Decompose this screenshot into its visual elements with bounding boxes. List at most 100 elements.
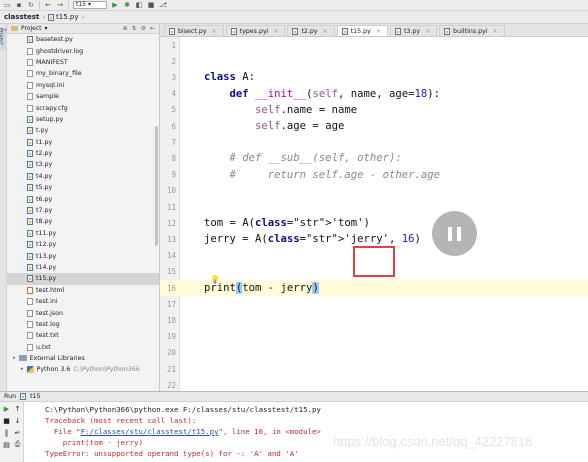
file-tree-item[interactable]: t5.py xyxy=(7,182,159,193)
stop-icon[interactable]: ■ xyxy=(2,416,11,425)
editor-tab[interactable]: types.pyi × xyxy=(225,25,286,36)
code-line[interactable]: 7 xyxy=(160,134,588,150)
close-icon[interactable]: × xyxy=(323,28,328,35)
run-panel-config[interactable]: t15 xyxy=(30,393,40,400)
debug-icon[interactable]: ✱ xyxy=(123,1,131,9)
file-tree-item[interactable]: t2.py xyxy=(7,148,159,159)
python-sdk-node[interactable]: ▸ Python 3.6 C:\Python\Python366 xyxy=(7,364,159,375)
code-line[interactable]: 8 # def __sub__(self, other): xyxy=(160,150,588,166)
file-tree-item[interactable]: t.py xyxy=(7,125,159,136)
close-icon[interactable]: × xyxy=(212,28,217,35)
close-icon[interactable]: × xyxy=(376,28,381,35)
rerun-icon[interactable]: ▶ xyxy=(2,404,11,413)
editor-tab[interactable]: builtins.pyi × xyxy=(439,25,505,36)
run-config-select[interactable]: t15 ▾ xyxy=(73,1,107,9)
code-editor[interactable]: 1 2 3 class A: 4 def __init__(self, name, ag… xyxy=(160,37,588,391)
output-file-link[interactable]: F:/classes/stu/classtest/t15.py xyxy=(81,427,219,436)
file-tree-item[interactable]: t12.py xyxy=(7,239,159,250)
editor-tab[interactable]: t3.py × xyxy=(389,25,438,36)
coverage-icon[interactable]: ◧ xyxy=(135,1,143,9)
file-tree-item[interactable]: t8.py xyxy=(7,216,159,227)
file-tree-item[interactable]: t3.py xyxy=(7,159,159,170)
file-tree-item[interactable]: test.html xyxy=(7,285,159,296)
python-file-icon xyxy=(27,207,33,215)
editor-tab[interactable]: t15.py × xyxy=(336,25,388,36)
soft-wrap-icon[interactable]: ↵ xyxy=(13,428,22,437)
breadcrumb-project[interactable]: classtest xyxy=(4,13,39,21)
collapse-icon[interactable]: ⇅ xyxy=(132,25,137,32)
code-line[interactable]: 16 print(tom - jerry) xyxy=(160,280,588,297)
stop-icon[interactable]: ■ xyxy=(147,1,155,9)
pause-icon[interactable]: ‖ xyxy=(2,428,11,437)
code-line[interactable]: 11 xyxy=(160,199,588,215)
file-tree-item[interactable]: test.ini xyxy=(7,296,159,307)
breadcrumb-file[interactable]: t15.py xyxy=(48,13,79,21)
project-scrollbar[interactable] xyxy=(155,126,158,246)
code-line[interactable]: 22 xyxy=(160,377,588,391)
run-panel-label[interactable]: Run xyxy=(4,393,16,400)
editor-tab[interactable]: bisect.py × xyxy=(164,25,224,36)
code-line[interactable]: 10 xyxy=(160,183,588,199)
close-icon[interactable]: × xyxy=(273,28,278,35)
code-line[interactable]: 20 xyxy=(160,345,588,361)
file-tree-item[interactable]: t11.py xyxy=(7,228,159,239)
code-line[interactable]: 4 def __init__(self, name, age=18): xyxy=(160,86,588,102)
file-tree-item[interactable]: t15.py xyxy=(7,273,159,285)
lightbulb-icon[interactable]: 💡 xyxy=(210,275,220,284)
file-tree-item[interactable]: test.json xyxy=(7,307,159,318)
editor-tab[interactable]: t2.py × xyxy=(287,25,335,36)
project-tool-button[interactable]: 1: Project xyxy=(0,28,10,50)
save-icon[interactable]: ▪ xyxy=(15,1,23,9)
layout-icon[interactable]: ▤ xyxy=(2,440,11,449)
folder-open-icon[interactable]: ▭ xyxy=(3,1,11,9)
external-libraries-node[interactable]: ▸ External Libraries xyxy=(7,353,159,364)
vcs-icon[interactable]: ⎇ xyxy=(159,1,167,9)
file-tree-item[interactable]: scrapy.cfg xyxy=(7,102,159,113)
code-line[interactable]: 21 xyxy=(160,361,588,377)
file-tree-item[interactable]: setup.py xyxy=(7,114,159,125)
code-line[interactable]: 3 class A: xyxy=(160,69,588,85)
file-tree-item[interactable]: basetest.py xyxy=(7,34,159,45)
code-line[interactable]: 1 xyxy=(160,37,588,53)
gear-icon[interactable]: ⚙ xyxy=(141,25,146,32)
file-tree-item[interactable]: t4.py xyxy=(7,171,159,182)
forward-icon[interactable]: → xyxy=(56,1,64,9)
expand-arrow-icon[interactable]: ▸ xyxy=(21,366,24,372)
chevron-down-icon[interactable]: ▾ xyxy=(45,25,48,32)
back-icon[interactable]: ← xyxy=(44,1,52,9)
close-icon[interactable]: × xyxy=(425,28,430,35)
code-line[interactable]: 19 xyxy=(160,329,588,345)
print-icon[interactable]: ⎙ xyxy=(13,440,22,449)
sync-icon[interactable]: ↻ xyxy=(27,1,35,9)
line-number: 21 xyxy=(166,364,176,374)
file-tree-item[interactable]: t13.py xyxy=(7,250,159,261)
file-tree-item[interactable]: ghostdriver.log xyxy=(7,45,159,56)
locate-icon[interactable]: ⊕ xyxy=(123,25,128,32)
code-line[interactable]: 18 xyxy=(160,312,588,328)
project-panel-title[interactable]: Project xyxy=(21,25,42,32)
scroll-up-icon[interactable]: ↑ xyxy=(13,404,22,413)
file-tree-item[interactable]: test.txt xyxy=(7,330,159,341)
code-line[interactable]: 2 xyxy=(160,53,588,69)
run-icon[interactable]: ▶ xyxy=(111,1,119,9)
close-icon[interactable]: × xyxy=(493,28,498,35)
code-line[interactable]: 6 self.age = age xyxy=(160,118,588,134)
code-line[interactable]: 5 self.name = name xyxy=(160,102,588,118)
file-tree-item[interactable]: u.txt xyxy=(7,342,159,353)
file-tree-item[interactable]: MANIFEST xyxy=(7,57,159,68)
file-tree-item[interactable]: sample xyxy=(7,91,159,102)
file-tree-item[interactable]: t14.py xyxy=(7,262,159,273)
code-line[interactable]: 9 # return self.age - other.age xyxy=(160,167,588,183)
file-tree-item[interactable]: test.log xyxy=(7,319,159,330)
expand-arrow-icon[interactable]: ▸ xyxy=(13,355,16,361)
scroll-down-icon[interactable]: ↓ xyxy=(13,416,22,425)
file-tree-item[interactable]: t7.py xyxy=(7,205,159,216)
file-tree-item[interactable]: t6.py xyxy=(7,193,159,204)
file-tree-item[interactable]: t1.py xyxy=(7,137,159,148)
video-pause-button[interactable] xyxy=(432,211,477,256)
code-line[interactable]: 17 xyxy=(160,296,588,312)
code-line[interactable]: 12 tom = A(class="str">'tom') xyxy=(160,215,588,231)
hide-icon[interactable]: ⇤ xyxy=(150,25,155,32)
file-tree-item[interactable]: my_binary_file xyxy=(7,68,159,79)
file-tree-item[interactable]: mysql.ini xyxy=(7,80,159,91)
